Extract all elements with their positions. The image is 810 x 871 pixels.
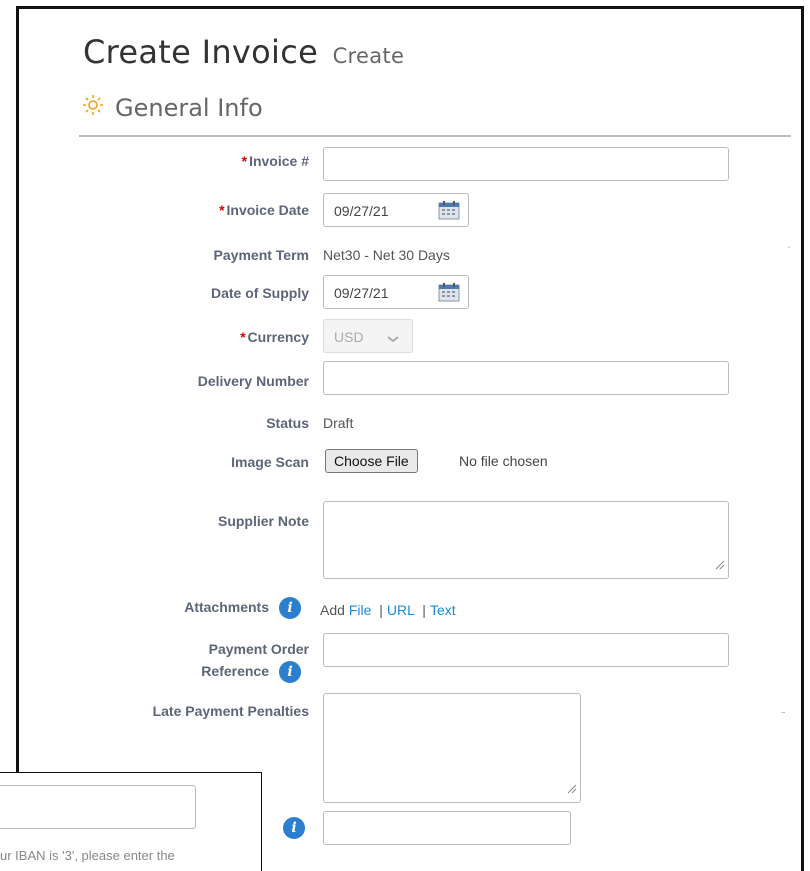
choose-file-button[interactable]: Choose File <box>325 449 418 473</box>
date-of-supply-value: 09/27/21 <box>334 285 389 301</box>
stray-dash: - <box>781 703 786 719</box>
calendar-icon[interactable] <box>438 282 460 307</box>
currency-select[interactable]: USD <box>323 319 413 353</box>
invoice-number-label-text: Invoice # <box>249 153 309 169</box>
add-text-link[interactable]: Text <box>430 602 456 618</box>
status-value: Draft <box>323 415 354 431</box>
status-label: Status <box>266 415 309 431</box>
invoice-date-value: 09/27/21 <box>334 203 389 219</box>
add-file-link[interactable]: File <box>349 602 372 618</box>
section-title: General Info <box>115 93 263 122</box>
attachments-actions: Add File | URL | Text <box>320 602 456 618</box>
page-title: Create Invoice Create <box>83 33 404 71</box>
invoice-date-label: * Invoice Date <box>219 202 309 218</box>
payment-order-label-line2: Reference <box>201 663 269 679</box>
invoice-number-label: * Invoice # <box>242 153 309 169</box>
required-marker: * <box>219 202 225 218</box>
section-divider <box>79 135 791 137</box>
payment-order-reference-input[interactable] <box>323 633 729 667</box>
required-marker: * <box>240 329 246 345</box>
currency-label: * Currency <box>240 329 309 345</box>
currency-value: USD <box>334 329 364 345</box>
page-subtitle: Create <box>332 44 405 68</box>
invoice-date-label-text: Invoice Date <box>226 202 309 218</box>
invoice-form-window: Create Invoice Create General Info * Invo… <box>16 6 804 871</box>
separator: | <box>422 602 426 618</box>
overlay-popup: ur IBAN is '3', please enter the <box>0 772 262 871</box>
attachments-label: Attachments <box>184 599 269 615</box>
popup-input[interactable] <box>0 785 196 829</box>
supplier-note-label: Supplier Note <box>217 513 309 529</box>
info-icon[interactable]: i <box>279 597 301 619</box>
payment-term-value: Net30 - Net 30 Days <box>323 247 450 263</box>
supplier-note-textarea[interactable] <box>323 501 729 579</box>
section-header: General Info <box>81 93 263 122</box>
late-payment-penalties-textarea[interactable] <box>323 693 581 803</box>
required-marker: * <box>241 153 248 169</box>
invoice-date-input[interactable]: 09/27/21 <box>323 193 469 227</box>
info-icon[interactable]: i <box>279 661 301 683</box>
image-scan-label: Image Scan <box>231 454 309 470</box>
separator: | <box>379 602 383 618</box>
add-url-link[interactable]: URL <box>387 602 415 618</box>
gear-icon <box>81 93 105 122</box>
date-of-supply-input[interactable]: 09/27/21 <box>323 275 469 309</box>
delivery-number-input[interactable] <box>323 361 729 395</box>
hidden-row-input[interactable] <box>323 811 571 845</box>
resize-grip-icon[interactable] <box>715 557 725 575</box>
popup-help-text: ur IBAN is '3', please enter the <box>0 848 175 863</box>
delivery-number-label: Delivery Number <box>197 373 309 389</box>
payment-term-label: Payment Term <box>213 247 309 263</box>
late-payment-penalties-label: Late Payment Penalties <box>152 703 309 719</box>
resize-grip-icon[interactable] <box>567 781 577 799</box>
invoice-number-input[interactable] <box>323 147 729 181</box>
attachments-add-text: Add <box>320 602 345 618</box>
currency-label-text: Currency <box>247 329 309 345</box>
file-status-text: No file chosen <box>459 453 548 469</box>
date-of-supply-label: Date of Supply <box>210 285 309 301</box>
chevron-down-icon <box>386 331 400 349</box>
info-icon[interactable]: i <box>283 817 305 839</box>
calendar-icon[interactable] <box>438 200 460 225</box>
stray-dot: . <box>787 235 791 251</box>
payment-order-label-line1: Payment Order <box>208 641 309 657</box>
page-title-text: Create Invoice <box>83 33 319 71</box>
